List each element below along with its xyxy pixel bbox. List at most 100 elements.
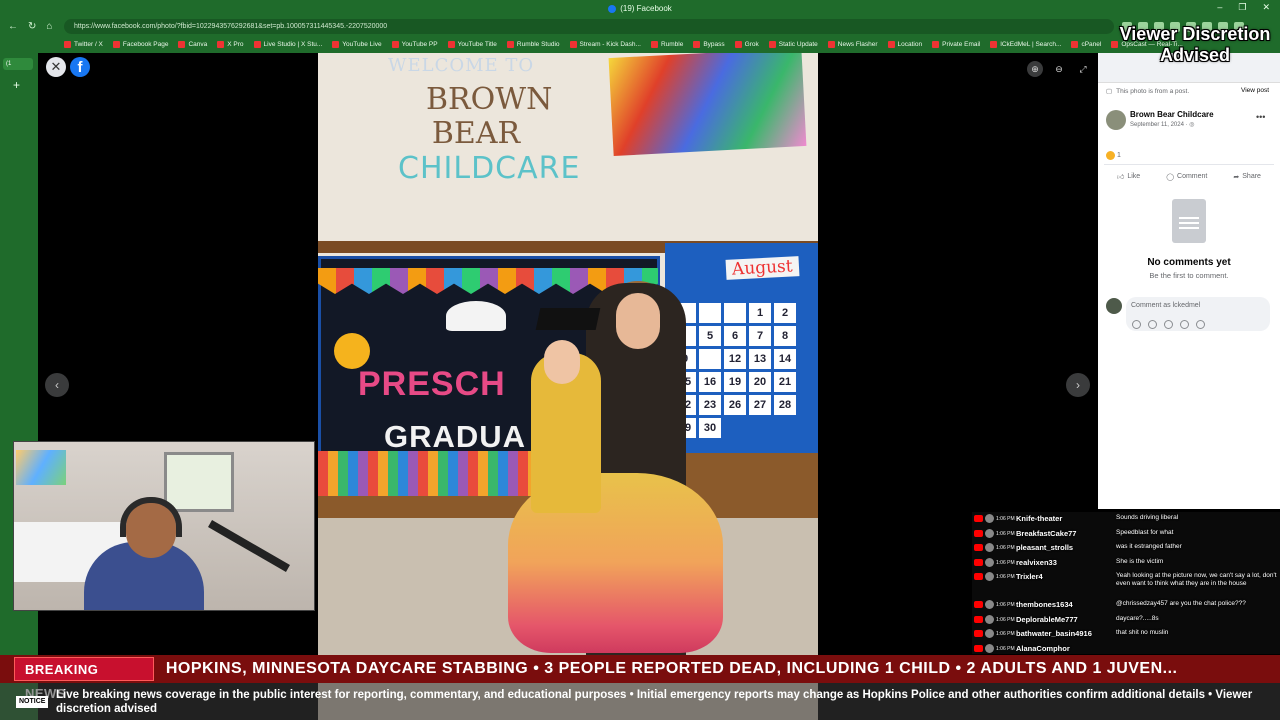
chat-message: 1:06 PM realvixen33 She is the victim — [972, 556, 1280, 571]
bookmark-item[interactable]: Bypass — [693, 41, 725, 48]
page-avatar[interactable] — [1106, 110, 1126, 130]
gallery-icon[interactable] — [1196, 320, 1205, 329]
bookmark-item[interactable]: News Flasher — [827, 41, 878, 48]
notice-label: NOTICE — [16, 696, 49, 708]
camera-icon[interactable] — [1164, 320, 1173, 329]
new-tab-icon[interactable]: + — [13, 78, 20, 92]
view-post-link[interactable]: View post — [1241, 87, 1269, 94]
calendar-cell: 2 — [774, 303, 796, 323]
reload-icon[interactable]: ↻ — [28, 21, 36, 32]
facebook-logo-icon[interactable]: f — [70, 57, 90, 77]
side-tab[interactable]: (1 — [3, 58, 33, 70]
webcam-feed — [13, 441, 315, 611]
bookmark-item[interactable]: Canva — [178, 41, 207, 48]
calendar-cell: 14 — [774, 349, 796, 369]
previous-photo-button[interactable]: ‹ — [45, 373, 69, 397]
graduation-text: GRADUA — [384, 419, 527, 454]
address-bar-row: ← ↻ ⌂ https://www.facebook.com/photo/?fb… — [0, 17, 1280, 36]
chat-avatar — [985, 528, 994, 538]
like-button[interactable]: 👍︎ Like — [1117, 172, 1140, 181]
maximize-icon[interactable]: ❐ — [1238, 2, 1246, 13]
back-icon[interactable]: ← — [8, 21, 18, 32]
calendar-cell — [699, 303, 721, 323]
sticker-icon[interactable] — [1132, 320, 1141, 329]
sun-decoration — [334, 333, 370, 369]
document-icon — [1172, 199, 1206, 243]
adult-face — [616, 293, 660, 349]
cap-decoration — [446, 301, 506, 331]
bookmark-item[interactable]: YouTube Title — [447, 41, 497, 48]
bookmarks-bar: Twitter / X Facebook Page Canva X Pro Li… — [0, 36, 1280, 53]
calendar-cell — [699, 349, 721, 369]
bookmark-icon — [693, 41, 701, 48]
minimize-icon[interactable]: – — [1217, 2, 1222, 13]
more-options-icon[interactable]: ••• — [1256, 112, 1265, 122]
comment-button[interactable]: ◯ Comment — [1166, 173, 1207, 181]
next-photo-button[interactable]: › — [1066, 373, 1090, 397]
viewer-discretion-banner: Viewer Discretion Advised — [1119, 24, 1271, 65]
bookmark-item[interactable]: Rumble Studio — [506, 41, 560, 48]
calendar-month: August — [725, 256, 800, 280]
zoom-in-icon[interactable]: ⊕ — [1027, 61, 1043, 77]
home-icon[interactable]: ⌂ — [46, 21, 52, 32]
breaking-news-label: BREAKING NEWS — [14, 657, 154, 701]
no-comments-title: No comments yet — [1147, 257, 1231, 268]
bookmark-item[interactable]: YouTube PP — [391, 41, 438, 48]
breaking-news-ticker: BREAKING NEWS HOPKINS, MINNESOTA DAYCARE… — [0, 655, 1280, 701]
youtube-icon — [974, 615, 983, 623]
share-icon: ➦ — [1233, 173, 1240, 181]
bookmark-item[interactable]: Grok — [734, 41, 759, 48]
chat-avatar — [985, 514, 994, 523]
bookmark-item[interactable]: Private Email — [932, 41, 980, 48]
youtube-icon — [974, 544, 983, 551]
page-name[interactable]: Brown Bear Childcare — [1130, 110, 1214, 119]
user-avatar[interactable] — [1106, 298, 1122, 314]
bookmark-item[interactable]: Stream - Kick Dash... — [569, 41, 641, 48]
chat-message: 1:06 PM AlanaComphor — [972, 642, 1280, 655]
chat-message: 1:06 PM thembones1634 @chrissedzay457 are … — [972, 598, 1280, 613]
bookmark-item[interactable]: X Pro — [217, 41, 244, 48]
breaking-news-headline: HOPKINS, MINNESOTA DAYCARE STABBING • 3 … — [165, 660, 1178, 677]
calendar-cell: 26 — [724, 395, 746, 415]
calendar-cell: 27 — [749, 395, 771, 415]
chat-avatar — [985, 557, 994, 567]
reaction-summary[interactable]: 1 — [1106, 151, 1121, 160]
emoji-icon[interactable] — [1148, 320, 1157, 329]
bookmark-icon — [827, 41, 835, 48]
bookmark-item[interactable]: Location — [887, 41, 922, 48]
wall-art — [16, 450, 66, 485]
bookmark-item[interactable]: YouTube Live — [332, 41, 382, 48]
window-titlebar: (19) Facebook – ❐ ✕ — [0, 0, 1280, 17]
calendar-cell: 5 — [699, 326, 721, 346]
from-post-notice: ▢ This photo is from a post. — [1106, 87, 1190, 96]
bookmark-icon — [990, 41, 998, 48]
chat-message: 1:06 PM DeplorableMe777 daycare?.....8s — [972, 613, 1280, 628]
bookmark-icon — [391, 41, 399, 48]
calendar-cell: 12 — [724, 349, 746, 369]
youtube-icon — [974, 558, 983, 566]
bookmark-item[interactable]: Rumble — [650, 41, 683, 48]
chat-message: 1:06 PM Trixler4 Yeah looking at the pictu… — [972, 570, 1280, 598]
bookmark-item[interactable]: Twitter / X — [64, 41, 103, 48]
bookmark-icon — [768, 41, 776, 48]
close-viewer-button[interactable]: ✕ — [46, 57, 66, 77]
url-input[interactable]: https://www.facebook.com/photo/?fbid=102… — [64, 19, 1114, 34]
close-window-icon[interactable]: ✕ — [1262, 2, 1270, 13]
chat-message: 1:06 PM bathwater_basin4916 that shit no m… — [972, 627, 1280, 642]
fullscreen-icon[interactable]: ⤢ — [1075, 61, 1091, 77]
bookmark-icon — [650, 41, 658, 48]
bookmark-item[interactable]: cPanel — [1071, 41, 1101, 48]
bookmark-item[interactable]: lCkEdMeL | Search... — [990, 41, 1061, 48]
bookmark-item[interactable]: Live Studio | X Stu... — [253, 41, 322, 48]
bookmark-icon — [332, 41, 340, 48]
zoom-out-icon[interactable]: ⊖ — [1051, 61, 1067, 77]
chat-avatar — [985, 614, 994, 624]
post-actions: 👍︎ Like ◯ Comment ➦ Share — [1104, 164, 1274, 181]
chat-avatar — [985, 600, 994, 609]
bookmark-icon — [569, 41, 577, 48]
post-date[interactable]: September 11, 2024 · ◎ — [1130, 121, 1195, 128]
bookmark-item[interactable]: Facebook Page — [112, 41, 168, 48]
gif-icon[interactable] — [1180, 320, 1189, 329]
share-button[interactable]: ➦ Share — [1233, 173, 1261, 181]
bookmark-item[interactable]: Static Update — [768, 41, 818, 48]
